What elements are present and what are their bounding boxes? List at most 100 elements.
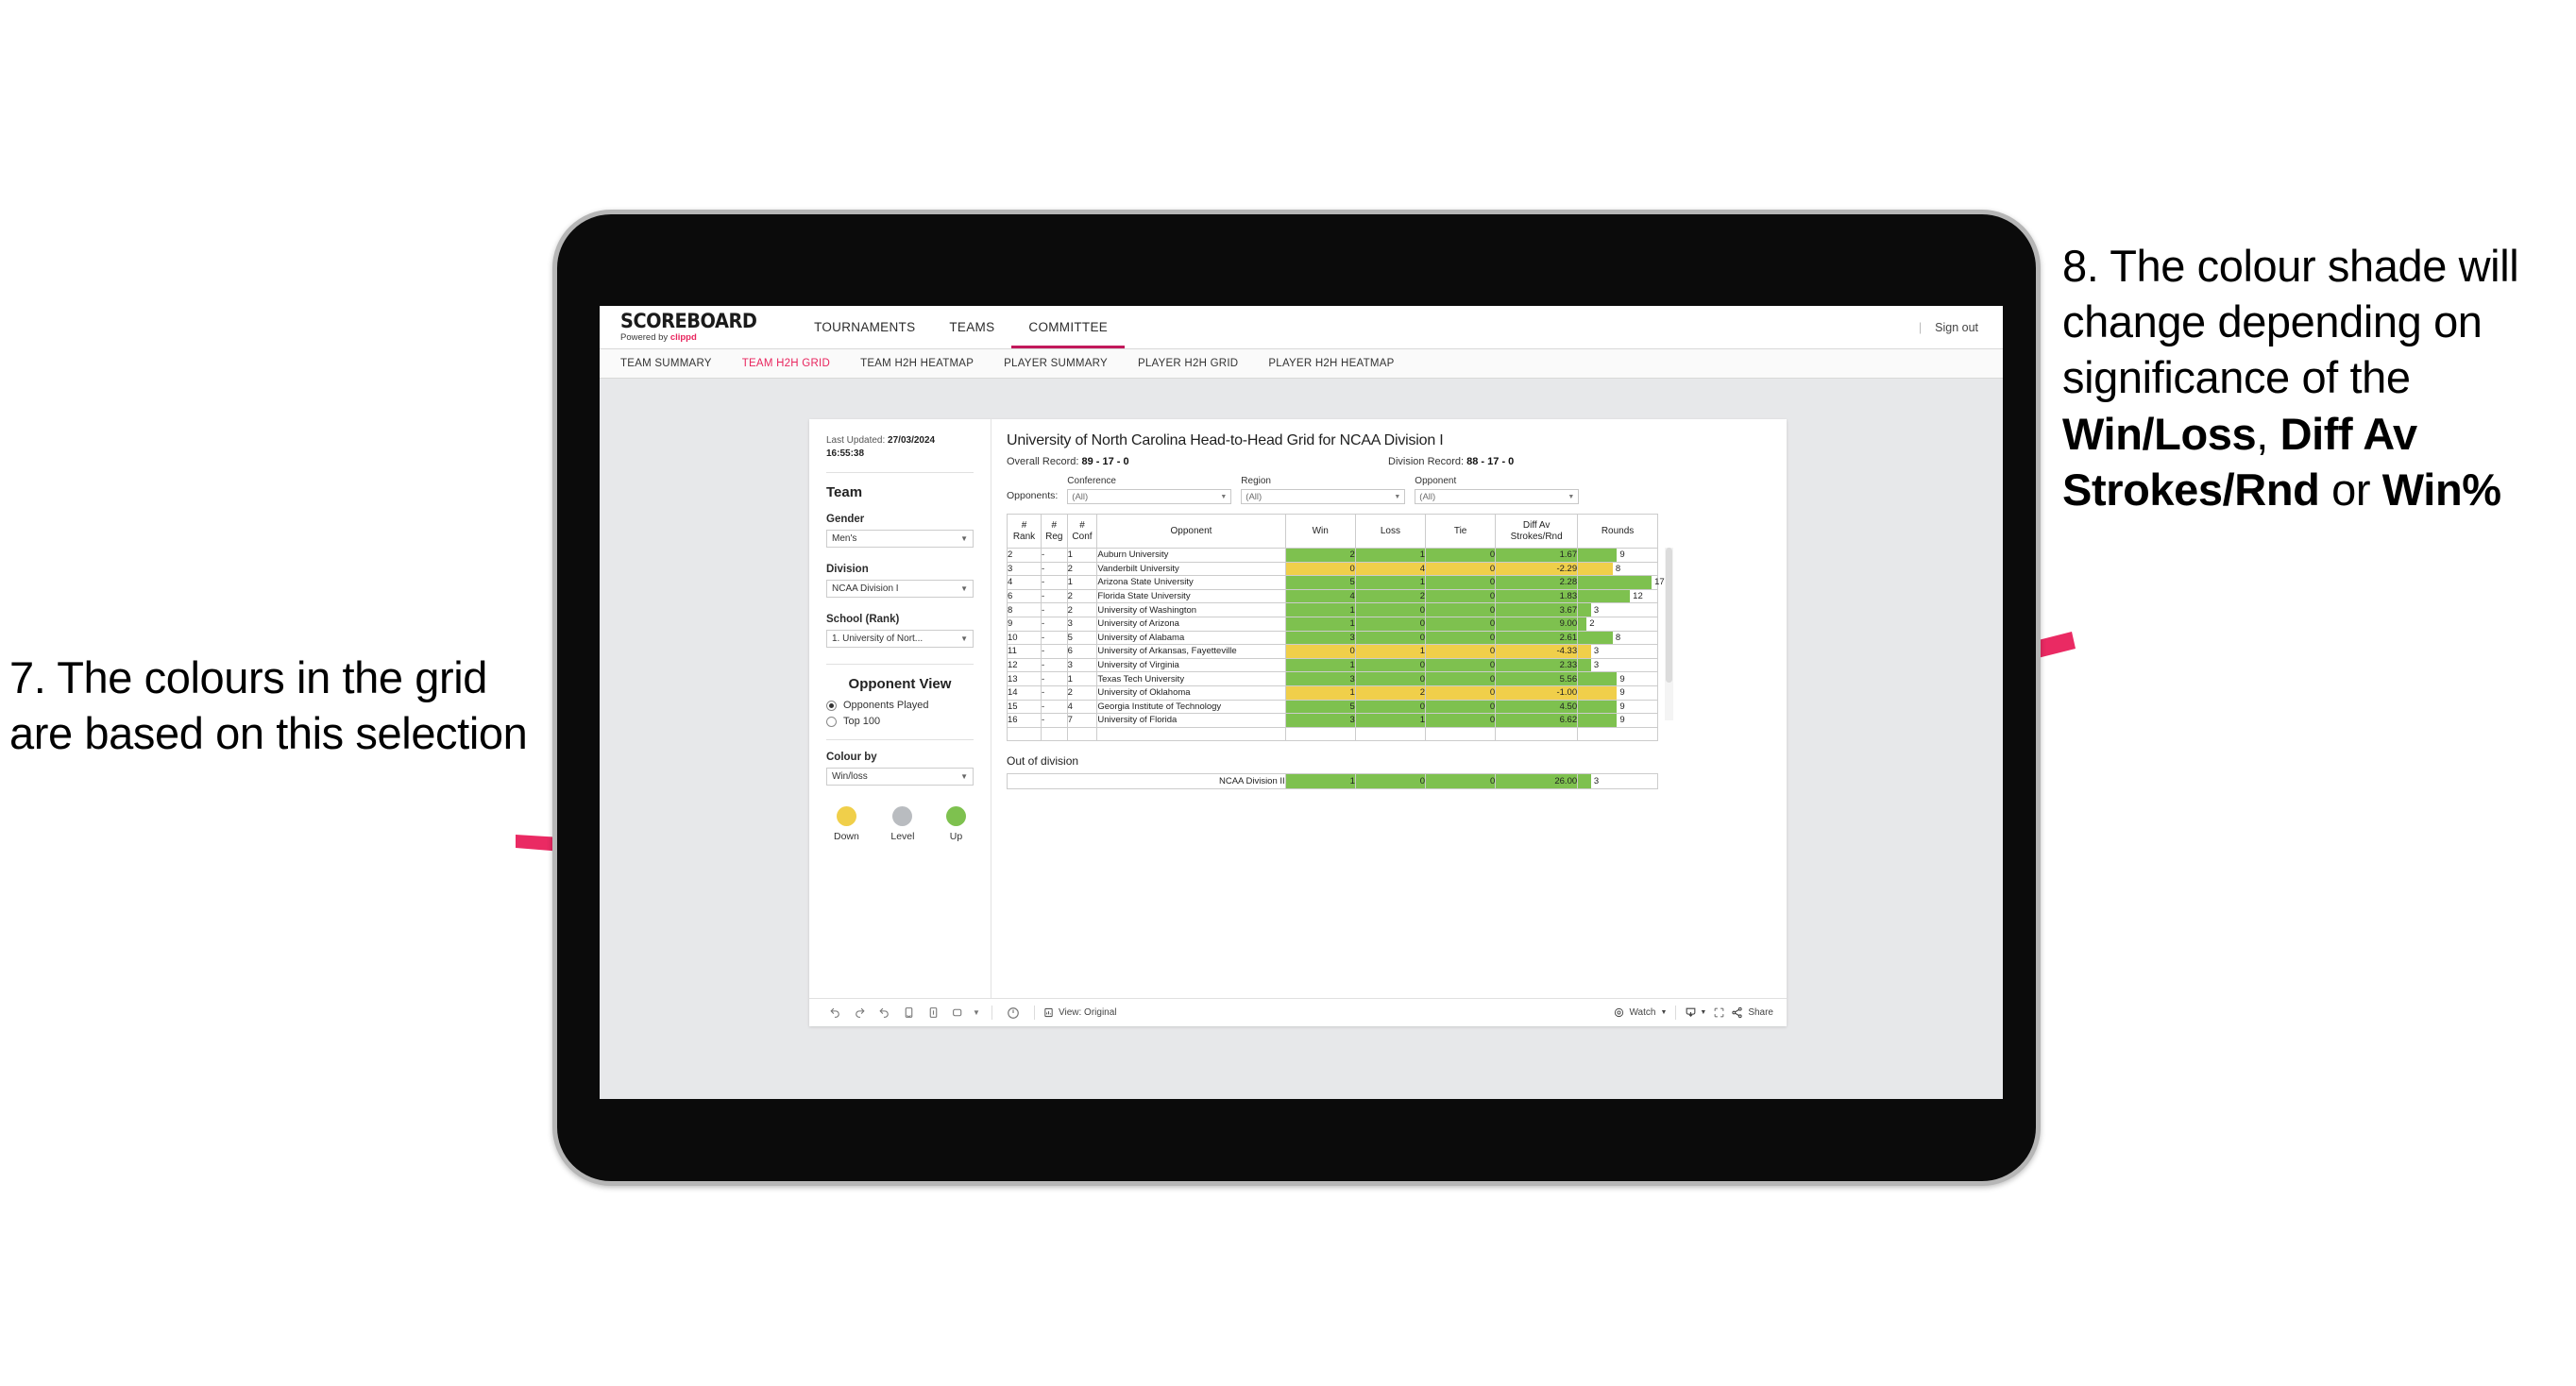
opponent-select[interactable]: (All) ▼: [1415, 489, 1580, 504]
team-section-heading: Team: [826, 484, 863, 500]
school-select[interactable]: 1. University of Nort... ▼: [826, 630, 974, 648]
table-row[interactable]: 4-1 Arizona State University 5 1 0 2.28 17: [1006, 575, 1665, 590]
tablet-device-frame: SCOREBOARD Powered by clippd TOURNAMENTS…: [552, 210, 2041, 1186]
col-conf-line1: #: [1079, 520, 1085, 531]
table-row[interactable]: 14-2 University of Oklahoma 1 2 0 -1.00 9: [1006, 685, 1658, 701]
table-row[interactable]: 6-2 Florida State University 4 2 0 1.83 12: [1006, 588, 1658, 604]
radio-top-100[interactable]: Top 100: [826, 716, 974, 727]
subnav-player-h2h-grid[interactable]: PLAYER H2H GRID: [1138, 358, 1238, 369]
col-tie[interactable]: Tie: [1425, 514, 1497, 549]
redo-icon[interactable]: [847, 1006, 872, 1019]
annotation-right-bold-winloss: Win/Loss: [2062, 408, 2257, 459]
school-field: School (Rank) 1. University of Nort... ▼: [826, 614, 974, 648]
rounds-bar-cell: 3: [1577, 657, 1658, 673]
opponent-value: (All): [1419, 491, 1436, 502]
table-row[interactable]: 3-2 Vanderbilt University 0 4 0 -2.29 8: [1006, 561, 1658, 577]
nav-tournaments[interactable]: TOURNAMENTS: [797, 306, 932, 348]
subnav-player-summary[interactable]: PLAYER SUMMARY: [1004, 358, 1108, 369]
viz-card: Last Updated: 27/03/2024 16:55:38 Team G…: [809, 419, 1787, 1026]
table-row[interactable]: 13-1 Texas Tech University 3 0 0 5.56 9: [1006, 671, 1658, 686]
colour-by-value: Win/loss: [832, 771, 868, 782]
subnav-player-h2h-heatmap[interactable]: PLAYER H2H HEATMAP: [1268, 358, 1394, 369]
signout-divider: |: [1918, 320, 1923, 334]
rounds-value: 9: [1619, 687, 1625, 699]
divider-1: [826, 472, 974, 473]
watch-label: Watch: [1629, 1007, 1656, 1018]
col-win[interactable]: Win: [1284, 514, 1356, 549]
legend-down: Down: [834, 806, 859, 842]
colour-by-label: Colour by: [826, 752, 877, 763]
table-row[interactable]: 10-5 University of Alabama 3 0 0 2.61 8: [1006, 630, 1658, 646]
colour-legend: Down Level Up: [826, 806, 974, 842]
opponent-label: Opponent: [1415, 476, 1457, 486]
colour-by-select[interactable]: Win/loss ▼: [826, 768, 974, 786]
rounds-value: 9: [1619, 549, 1625, 561]
fullscreen-icon[interactable]: [1706, 1006, 1731, 1019]
subnav-team-summary[interactable]: TEAM SUMMARY: [620, 358, 712, 369]
subnav-team-h2h-heatmap[interactable]: TEAM H2H HEATMAP: [860, 358, 974, 369]
opponents-label: Opponents:: [1007, 490, 1059, 501]
annotation-right-prefix: 8. The colour shade will change dependin…: [2062, 241, 2519, 403]
table-row[interactable]: 15-4 Georgia Institute of Technology 5 0 0 4.…: [1006, 699, 1658, 715]
rounds-value: 17: [1654, 577, 1665, 588]
chevron-down-icon: ▼: [1568, 493, 1575, 500]
rounds-bar-cell: 8: [1577, 561, 1658, 577]
download-button[interactable]: ▼: [1685, 1006, 1706, 1019]
revert-icon[interactable]: [872, 1006, 896, 1019]
col-conf[interactable]: # Conf: [1066, 514, 1098, 549]
division-value: NCAA Division I: [832, 583, 899, 594]
view-original-button[interactable]: View: Original: [1043, 1007, 1117, 1018]
tablet-screen: SCOREBOARD Powered by clippd TOURNAMENTS…: [600, 306, 2003, 1099]
chevron-down-icon[interactable]: ▼: [970, 1008, 983, 1017]
conference-select[interactable]: (All) ▼: [1067, 489, 1232, 504]
brand-logo: SCOREBOARD Powered by clippd: [600, 312, 797, 343]
col-rank[interactable]: # Rank: [1006, 514, 1042, 549]
opponent-filter: Opponent (All) ▼: [1415, 476, 1580, 504]
undo-icon[interactable]: [822, 1006, 847, 1019]
region-filter: Region (All) ▼: [1241, 476, 1406, 504]
table-row[interactable]: 12-3 University of Virginia 1 0 0 2.33 3: [1006, 657, 1658, 673]
watch-button[interactable]: Watch ▼: [1614, 1007, 1667, 1018]
col-rank-line1: #: [1021, 520, 1027, 531]
table-row[interactable]: 16-7 University of Florida 3 1 0 6.62 9: [1006, 713, 1658, 728]
out-of-division-row[interactable]: NCAA Division II 1 0 0 26.00 3: [1007, 773, 1658, 790]
presentation-icon[interactable]: [945, 1006, 970, 1019]
division-select[interactable]: NCAA Division I ▼: [826, 580, 974, 598]
opponent-view-heading: Opponent View: [848, 676, 952, 692]
col-rounds[interactable]: Rounds: [1577, 514, 1658, 549]
gender-select[interactable]: Men's ▼: [826, 530, 974, 548]
rounds-bar-fill: [1578, 700, 1618, 714]
radio-icon-unselected: [826, 716, 837, 727]
table-row[interactable]: 2-1 Auburn University 2 1 0 1.67 9: [1006, 548, 1658, 563]
col-opponent[interactable]: Opponent: [1096, 514, 1286, 549]
col-conf-line2: Conf: [1072, 531, 1093, 542]
table-row[interactable]: 8-2 University of Washington 1 0 0 3.67 3: [1006, 602, 1658, 617]
scrollbar-thumb[interactable]: [1666, 548, 1672, 683]
region-select[interactable]: (All) ▼: [1241, 489, 1406, 504]
table-header: # Rank # Reg # Conf Opponent Win Loss Tie D…: [1006, 514, 1658, 549]
nav-teams[interactable]: TEAMS: [932, 306, 1011, 348]
conference-label: Conference: [1067, 476, 1116, 486]
table-row[interactable]: 11-6 University of Arkansas, Fayetteville…: [1006, 644, 1658, 659]
subnav-team-h2h-grid[interactable]: TEAM H2H GRID: [742, 358, 830, 369]
legend-level-label: Level: [890, 831, 915, 842]
pause-icon[interactable]: [921, 1006, 945, 1019]
overall-record: Overall Record: 89 - 17 - 0: [1007, 456, 1388, 467]
col-diff-av-strokes[interactable]: Diff Av Strokes/Rnd: [1495, 514, 1579, 549]
chevron-down-icon: ▼: [1700, 1009, 1707, 1016]
table-row[interactable]: 9-3 University of Arizona 1 0 0 9.00 2: [1006, 616, 1658, 632]
rounds-bar-fill: [1578, 631, 1613, 645]
radio-opponents-played[interactable]: Opponents Played: [826, 700, 974, 711]
rounds-value: 8: [1615, 563, 1621, 574]
rounds-bar-fill: [1578, 774, 1591, 789]
rounds-bar-fill: [1578, 672, 1618, 685]
division-record-label: Division Record:: [1388, 456, 1467, 467]
refresh-icon[interactable]: [896, 1006, 921, 1019]
share-button[interactable]: Share: [1731, 1006, 1773, 1019]
nav-committee[interactable]: COMMITTEE: [1011, 306, 1125, 348]
signout-link[interactable]: Sign out: [1935, 321, 1978, 334]
rounds-value: 12: [1633, 591, 1643, 602]
col-reg[interactable]: # Reg: [1041, 514, 1068, 549]
alerts-icon[interactable]: [1001, 1006, 1025, 1020]
col-loss[interactable]: Loss: [1354, 514, 1427, 549]
